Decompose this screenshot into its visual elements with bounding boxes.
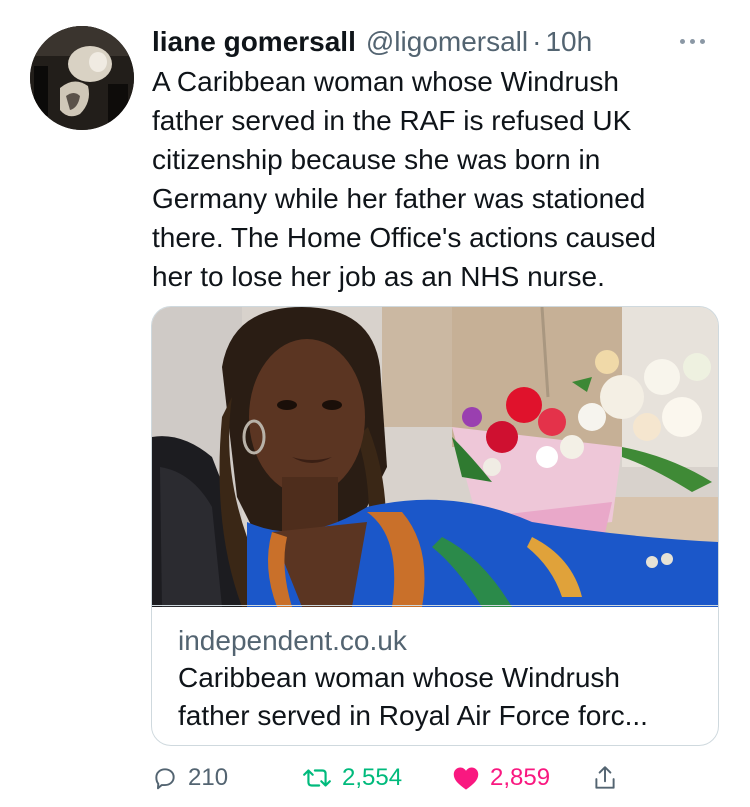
card-image [152, 307, 718, 607]
tweet-text: A Caribbean woman whose Windrush father … [152, 66, 656, 292]
heart-icon [452, 765, 480, 791]
user-handle[interactable]: @ligomersall [366, 22, 528, 62]
display-name[interactable]: liane gomersall [152, 22, 356, 62]
share-icon [592, 764, 618, 792]
reply-count: 210 [188, 764, 229, 791]
like-count: 2,859 [490, 764, 551, 791]
like-button[interactable]: 2,859 [452, 758, 550, 798]
avatar-image [30, 26, 134, 130]
tweet-header: liane gomersall @ligomersall · 10h [152, 22, 712, 62]
tweet-actions: 210 2,554 2,859 [152, 758, 712, 798]
retweet-button[interactable]: 2,554 [302, 758, 402, 798]
card-title: Caribbean woman whose Windrush father se… [178, 662, 648, 731]
timestamp[interactable]: 10h [545, 22, 592, 62]
card-domain: independent.co.uk [178, 625, 407, 656]
more-dot [699, 38, 705, 44]
more-icon[interactable] [668, 26, 716, 56]
link-card[interactable]: independent.co.uk Caribbean woman whose … [151, 306, 719, 746]
card-divider [152, 605, 718, 606]
separator-dot: · [532, 26, 542, 57]
more-dot [679, 38, 685, 44]
avatar[interactable] [30, 26, 134, 130]
share-button[interactable] [592, 758, 618, 798]
reply-button[interactable]: 210 [152, 758, 228, 798]
retweet-icon [302, 765, 332, 791]
tweet[interactable]: liane gomersall @ligomersall · 10h A Car… [0, 0, 750, 807]
retweet-count: 2,554 [342, 764, 403, 791]
more-dot [689, 38, 695, 44]
reply-icon [152, 765, 178, 791]
